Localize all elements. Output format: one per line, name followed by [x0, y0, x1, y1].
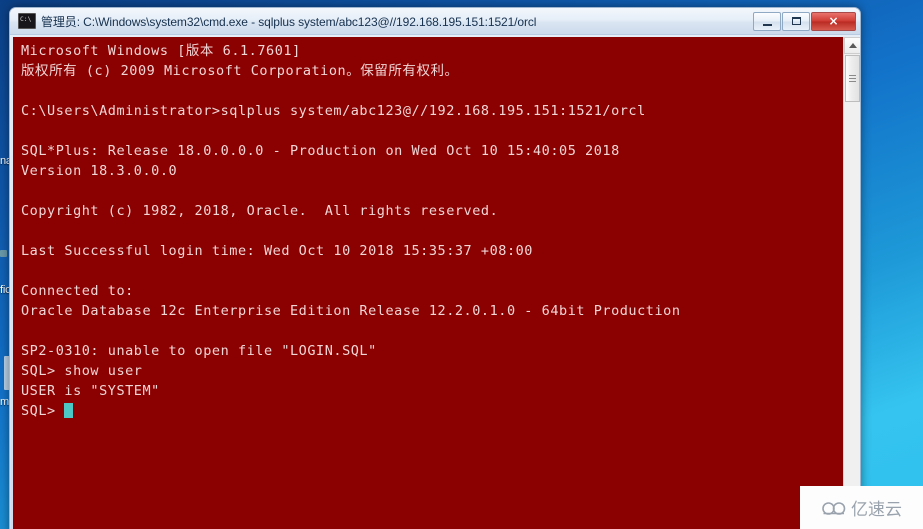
- minimize-icon: [762, 23, 772, 26]
- scroll-up-button[interactable]: [844, 37, 860, 54]
- terminal-line: Microsoft Windows [版本 6.1.7601]: [21, 43, 301, 59]
- terminal-output[interactable]: Microsoft Windows [版本 6.1.7601] 版权所有 (c) …: [13, 37, 843, 529]
- desktop-background: na fic my 管理员: C:\Windows\system32\cmd.e…: [0, 0, 923, 529]
- terminal-line: Version 18.3.0.0.0: [21, 163, 178, 179]
- terminal-line: SQL*Plus: Release 18.0.0.0.0 - Productio…: [21, 143, 620, 159]
- cmd-window[interactable]: 管理员: C:\Windows\system32\cmd.exe - sqlpl…: [9, 7, 861, 529]
- window-titlebar[interactable]: 管理员: C:\Windows\system32\cmd.exe - sqlpl…: [10, 8, 860, 35]
- close-icon: ×: [828, 14, 839, 28]
- terminal-line: SP2-0310: unable to open file "LOGIN.SQL…: [21, 343, 377, 359]
- minimize-button[interactable]: [753, 11, 781, 31]
- chevron-up-icon: [848, 43, 857, 48]
- window-controls[interactable]: ×: [753, 11, 856, 31]
- terminal-line: Copyright (c) 1982, 2018, Oracle. All ri…: [21, 203, 499, 219]
- terminal-line: USER is "SYSTEM": [21, 383, 160, 399]
- terminal-line: Connected to:: [21, 283, 134, 299]
- scrollbar-thumb[interactable]: [845, 55, 860, 102]
- terminal-line: 版权所有 (c) 2009 Microsoft Corporation。保留所有…: [21, 63, 459, 79]
- text-cursor: [64, 403, 74, 418]
- window-title: 管理员: C:\Windows\system32\cmd.exe - sqlpl…: [41, 14, 537, 29]
- close-button[interactable]: ×: [811, 11, 856, 31]
- scrollbar-grip-icon: [849, 75, 856, 82]
- console-area: Microsoft Windows [版本 6.1.7601] 版权所有 (c) …: [10, 35, 860, 529]
- watermark: 亿速云: [800, 486, 923, 529]
- maximize-icon: [791, 17, 801, 25]
- desktop-icon-shard: [0, 250, 7, 257]
- cmd-exe-icon: [18, 13, 36, 29]
- console-scrollbar[interactable]: [843, 37, 860, 529]
- terminal-line: Oracle Database 12c Enterprise Edition R…: [21, 303, 681, 319]
- terminal-line: C:\Users\Administrator>sqlplus system/ab…: [21, 103, 646, 119]
- terminal-line: SQL>: [21, 401, 843, 421]
- terminal-line: SQL> show user: [21, 363, 143, 379]
- terminal-line: Last Successful login time: Wed Oct 10 2…: [21, 243, 533, 259]
- cloud-icon: [822, 501, 846, 515]
- watermark-text: 亿速云: [851, 500, 902, 520]
- maximize-button[interactable]: [782, 11, 810, 31]
